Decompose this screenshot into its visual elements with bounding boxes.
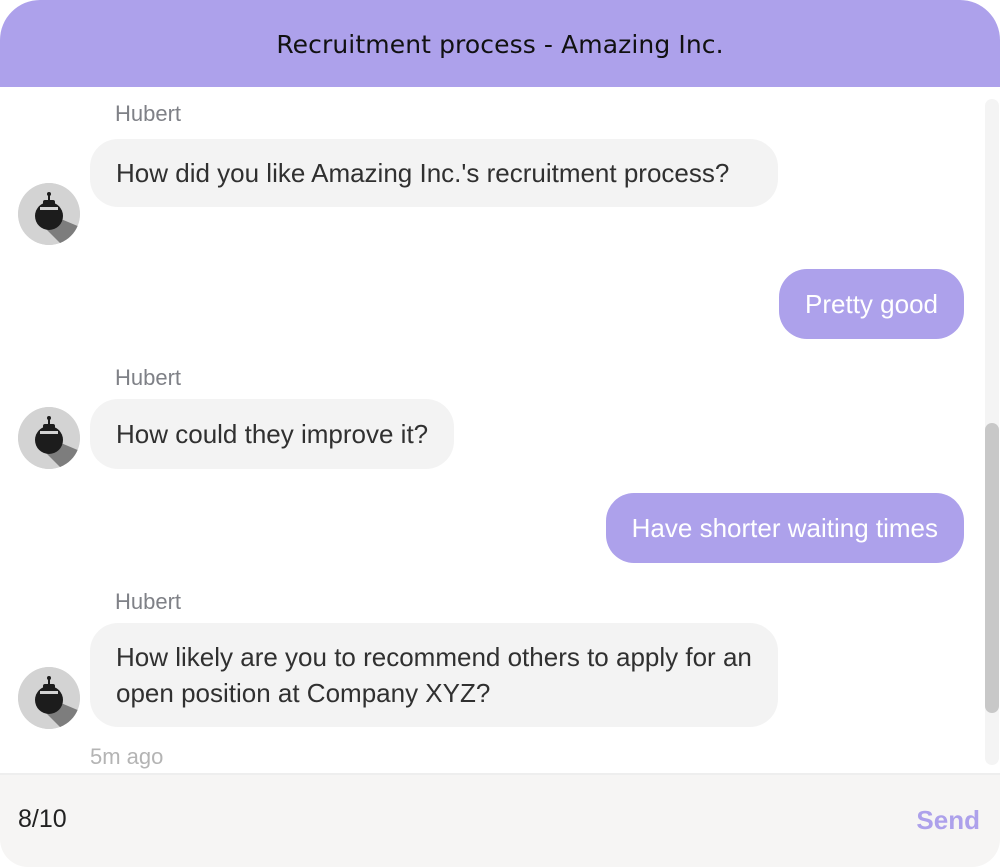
sender-name: Hubert [115,101,182,126]
message-timestamp: 5m ago [90,744,164,769]
user-message-bubble: Have shorter waiting times [605,493,964,563]
message-composer: Send [0,773,1000,867]
robot-avatar-icon [18,667,80,729]
sender-name: Hubert [115,365,182,390]
chat-title: Recruitment process - Amazing Inc. [276,30,724,59]
bot-message-bubble: How likely are you to recommend others t… [90,623,778,727]
message-input[interactable] [18,801,878,837]
sender-name: Hubert [115,589,182,614]
user-message-bubble: Pretty good [779,269,964,339]
robot-avatar-icon [18,183,80,245]
message-text: Pretty good [805,289,938,319]
message-text: How likely are you to recommend others t… [116,642,752,708]
send-button[interactable]: Send [916,805,980,836]
bot-message-bubble: How did you like Amazing Inc.'s recruitm… [90,139,778,207]
message-text: How did you like Amazing Inc.'s recruitm… [116,158,730,188]
message-text: Have shorter waiting times [631,513,938,543]
chat-header: Recruitment process - Amazing Inc. [0,0,1000,87]
scrollbar-thumb[interactable] [985,423,999,713]
message-text: How could they improve it? [116,419,429,449]
robot-avatar-icon [18,407,80,469]
bot-message-bubble: How could they improve it? [90,399,455,469]
